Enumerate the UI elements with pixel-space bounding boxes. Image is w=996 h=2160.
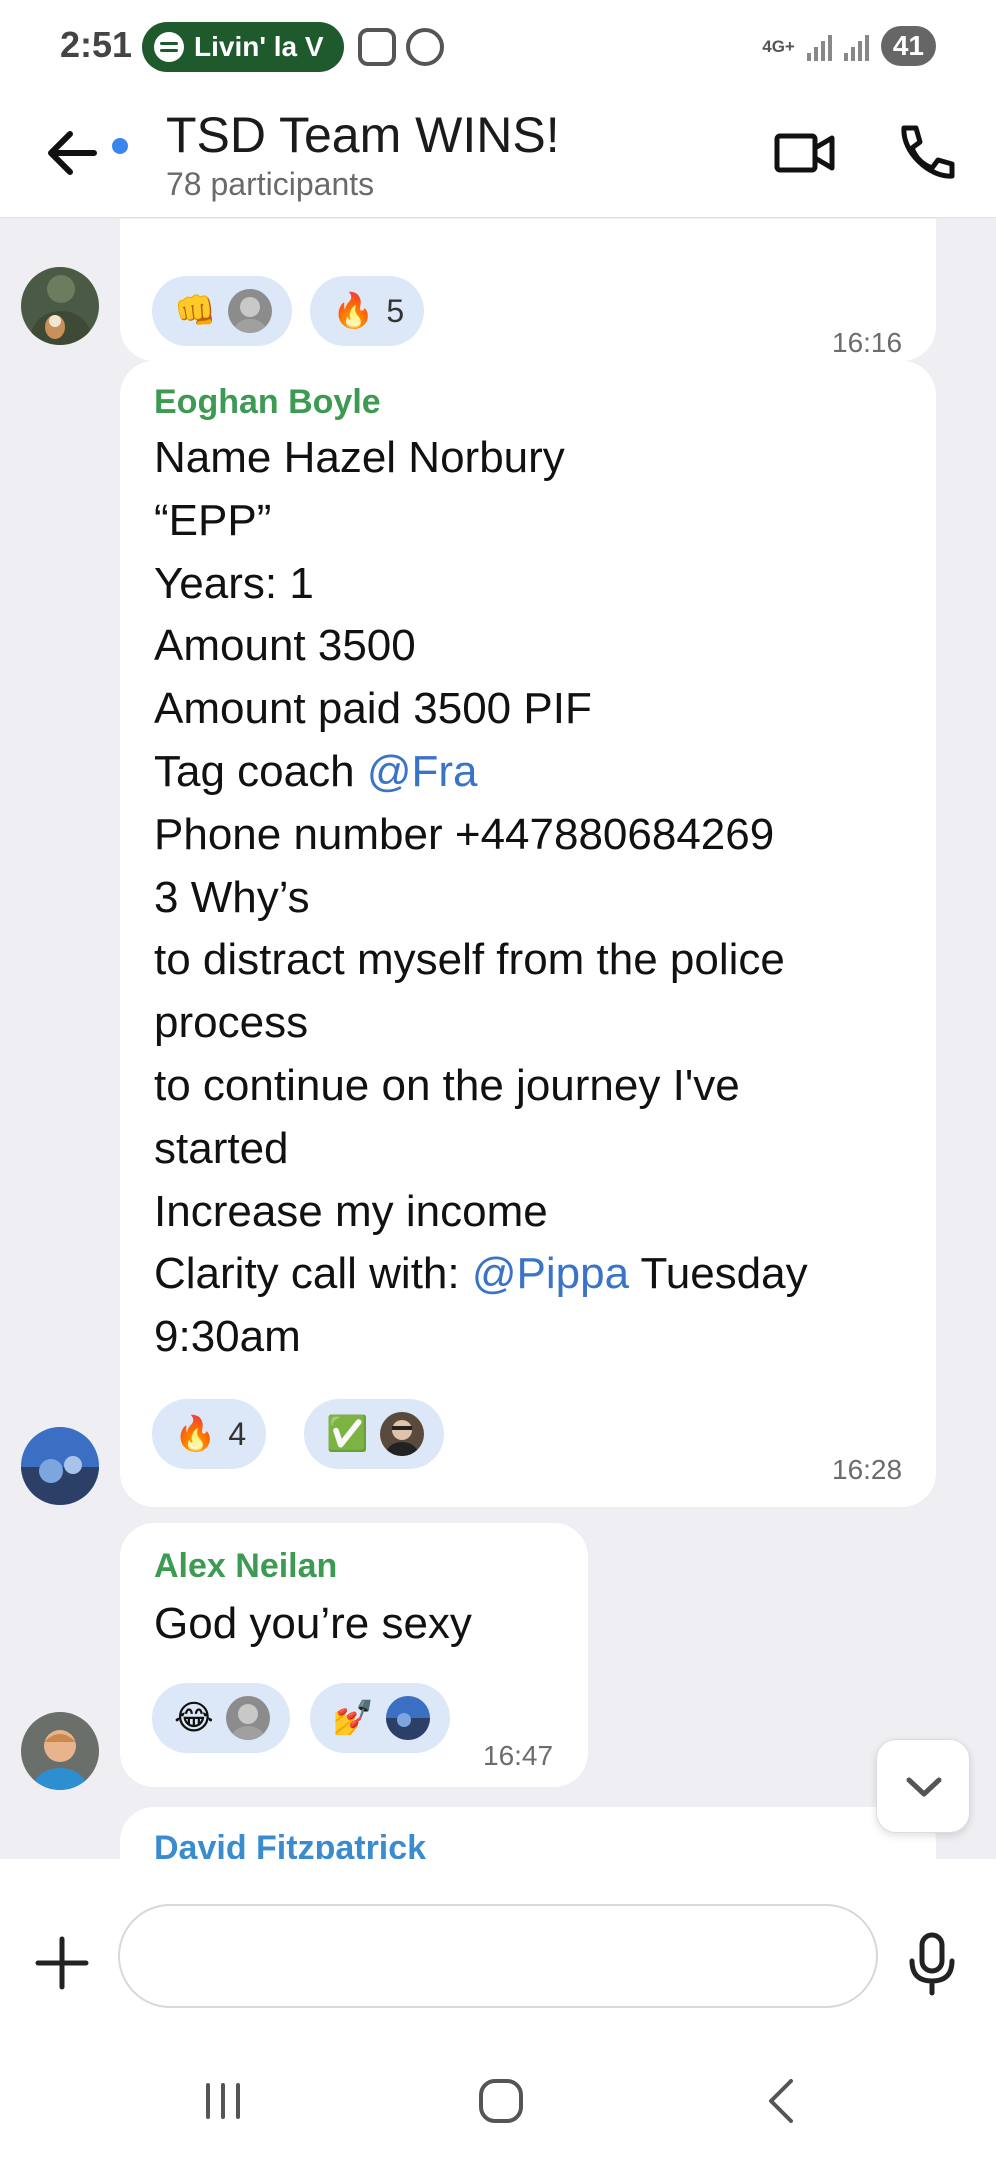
- reaction-emoji: 👊: [174, 292, 217, 330]
- message-line: to distract myself from the police: [154, 935, 785, 985]
- sender-name[interactable]: David Fitzpatrick: [154, 1829, 426, 1859]
- signal-icon: [806, 31, 832, 61]
- message-line: to continue on the journey I've: [154, 1060, 740, 1110]
- video-camera-icon[interactable]: [770, 118, 840, 188]
- reaction-emoji: 🔥: [174, 1415, 217, 1453]
- message-input[interactable]: [118, 1904, 878, 2008]
- avatar: [228, 289, 273, 333]
- battery-level: 41: [880, 26, 936, 66]
- system-nav-bar: [0, 2051, 996, 2160]
- reaction-chip[interactable]: 👊: [152, 276, 293, 346]
- message-line: Name Hazel Norbury: [154, 433, 565, 482]
- screenshot-icon: [358, 28, 396, 66]
- back-chevron-icon[interactable]: [735, 2071, 825, 2131]
- participants-count: 78 participants: [166, 166, 375, 202]
- phone-icon[interactable]: [890, 118, 960, 188]
- message-line: “EPP”: [154, 495, 272, 545]
- whatsapp-icon: [406, 28, 444, 66]
- message-line: 9:30am: [154, 1312, 301, 1362]
- home-icon[interactable]: [455, 2071, 545, 2131]
- chat-header: TSD Team WINS! 78 participants: [0, 96, 996, 218]
- mention-link[interactable]: @Pippa: [472, 1249, 629, 1298]
- reaction-chip[interactable]: 😂: [152, 1683, 290, 1753]
- unread-indicator: [112, 138, 128, 154]
- reaction-chip[interactable]: ✅: [304, 1399, 445, 1469]
- message-line: Clarity call with: @Pippa Tuesday: [154, 1243, 808, 1306]
- page-title[interactable]: TSD Team WINS!: [166, 106, 560, 164]
- reaction-chip[interactable]: 💅: [310, 1683, 451, 1753]
- now-playing-title: Livin' la V: [194, 31, 324, 62]
- notification-icons: [358, 28, 444, 66]
- reaction-emoji: 🔥: [332, 292, 375, 330]
- signal-icon-2: [843, 31, 869, 61]
- avatar: [386, 1696, 431, 1740]
- reaction-emoji: 😂: [174, 1699, 214, 1737]
- message-line: Phone number +447880684269: [154, 809, 775, 859]
- message-bubble[interactable]: 👊 🔥 5 16:16: [120, 219, 936, 361]
- message-text: God you’re sexy: [154, 1599, 472, 1648]
- reaction-emoji: ✅: [326, 1415, 369, 1453]
- message-time: 16:28: [832, 1454, 903, 1485]
- status-time: 2:51: [60, 24, 133, 65]
- message-line: 3 Why’s: [154, 872, 310, 922]
- reaction-emoji: 💅: [332, 1699, 375, 1737]
- avatar[interactable]: [21, 1427, 99, 1505]
- now-playing-chip[interactable]: Livin' la V: [142, 22, 344, 72]
- mention-link[interactable]: @Fra: [367, 747, 478, 796]
- avatar: [380, 1412, 425, 1456]
- reaction-count: 5: [386, 292, 405, 329]
- recents-icon[interactable]: [178, 2071, 268, 2131]
- avatar[interactable]: [21, 1712, 99, 1790]
- message-line: process: [154, 998, 309, 1048]
- network-type: 4G+: [762, 36, 795, 56]
- plus-icon[interactable]: [30, 1931, 94, 1995]
- chevron-down-icon: [906, 1777, 942, 1797]
- message-line: Years: 1: [154, 558, 314, 608]
- message-composer: [0, 1859, 996, 2051]
- arrow-left-icon[interactable]: [44, 118, 124, 188]
- system-status: 4G+ 41: [762, 26, 936, 66]
- message-bubble[interactable]: David Fitzpatrick: [120, 1807, 936, 1859]
- avatar: [225, 1696, 270, 1740]
- status-bar: 2:51 Livin' la V 4G+ 41: [0, 0, 996, 96]
- message-text: Name Hazel Norbury “EPP” Years: 1 Amount…: [154, 427, 808, 1369]
- reaction-chip[interactable]: 🔥 5: [310, 276, 425, 346]
- message-line: started: [154, 1123, 289, 1173]
- message-time: 16:47: [483, 1740, 554, 1771]
- line-text: Tag coach: [154, 746, 367, 796]
- scroll-to-bottom-button[interactable]: [876, 1739, 970, 1833]
- sender-name[interactable]: Alex Neilan: [154, 1547, 337, 1586]
- message-list[interactable]: 👊 🔥 5 16:16 Eoghan Boyle Name Hazel Norb…: [0, 219, 996, 1859]
- line-text: Tuesday: [629, 1249, 808, 1299]
- reaction-count: 4: [228, 1415, 247, 1452]
- message-line: Tag coach @Fra: [154, 741, 808, 804]
- message-line: Amount paid 3500 PIF: [154, 684, 592, 734]
- message-bubble[interactable]: Alex Neilan God you’re sexy 😂 💅 16:47: [120, 1523, 588, 1787]
- avatar[interactable]: [21, 267, 99, 345]
- message-line: Amount 3500: [154, 621, 416, 671]
- spotify-icon: [154, 32, 184, 62]
- microphone-icon[interactable]: [900, 1929, 964, 1999]
- line-text: Clarity call with:: [154, 1249, 472, 1299]
- message-bubble[interactable]: Eoghan Boyle Name Hazel Norbury “EPP” Ye…: [120, 361, 936, 1507]
- message-line: Increase my income: [154, 1186, 548, 1236]
- sender-name[interactable]: Eoghan Boyle: [154, 383, 381, 422]
- message-time: 16:16: [832, 327, 903, 358]
- reaction-chip[interactable]: 🔥 4: [152, 1399, 267, 1469]
